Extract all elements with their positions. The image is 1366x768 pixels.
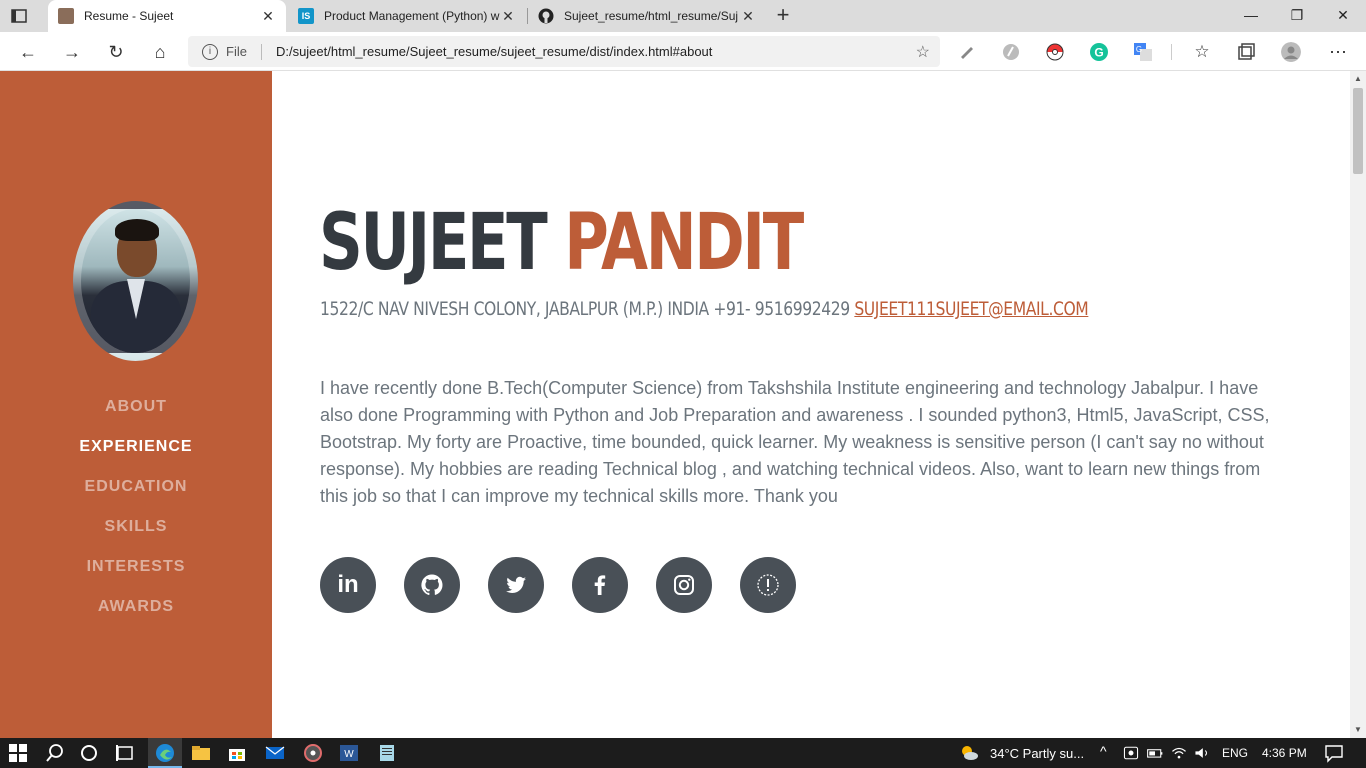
windows-start-icon[interactable] bbox=[8, 743, 28, 763]
translate-icon[interactable]: G bbox=[1133, 42, 1153, 62]
edge-browser-icon[interactable] bbox=[154, 742, 176, 764]
github-favicon-icon bbox=[538, 8, 554, 24]
sidebar-item-education[interactable]: EDUCATION bbox=[0, 467, 272, 507]
back-icon[interactable]: ← bbox=[14, 38, 42, 66]
svg-text:G: G bbox=[1136, 45, 1142, 54]
bio-paragraph: I have recently done B.Tech(Computer Sci… bbox=[320, 378, 1270, 506]
facebook-icon[interactable] bbox=[572, 557, 628, 613]
page-title: SUJEET PANDIT bbox=[319, 198, 804, 288]
weather-icon[interactable] bbox=[958, 742, 980, 764]
minimize-button[interactable]: — bbox=[1228, 0, 1274, 32]
close-window-button[interactable]: ✕ bbox=[1320, 0, 1366, 32]
close-tab-icon[interactable]: ✕ bbox=[740, 8, 756, 25]
media-player-icon[interactable] bbox=[302, 742, 324, 764]
browser-toolbar: ← → ↻ ⌂ i File D:/sujeet/html_resume/Suj… bbox=[0, 32, 1366, 71]
collections-icon[interactable] bbox=[1236, 42, 1256, 62]
forward-icon[interactable]: → bbox=[58, 38, 86, 66]
weather-text[interactable]: 34°C Partly su... bbox=[990, 746, 1084, 761]
profile-avatar-icon[interactable] bbox=[1281, 42, 1301, 62]
social-icons: in bbox=[320, 557, 824, 613]
scroll-thumb[interactable] bbox=[1353, 88, 1363, 174]
first-name: SUJEET bbox=[319, 198, 548, 288]
tab-title: Sujeet_resume/html_resume/Suj bbox=[564, 9, 739, 23]
add-favorite-icon[interactable]: ☆ bbox=[916, 42, 930, 62]
windows-taskbar: W 34°C Partly su... ^ ENG 4:36 PM bbox=[0, 738, 1366, 768]
extension-pen-icon[interactable] bbox=[957, 42, 977, 62]
address-bar[interactable]: i File D:/sujeet/html_resume/Sujeet_resu… bbox=[188, 36, 940, 67]
show-hidden-icons-icon[interactable]: ^ bbox=[1100, 743, 1107, 759]
svg-text:W: W bbox=[344, 749, 354, 760]
restore-button[interactable]: ❐ bbox=[1274, 0, 1320, 32]
mail-icon[interactable] bbox=[264, 742, 286, 764]
toolbar-divider bbox=[1171, 44, 1172, 60]
resume-sidebar: ABOUT EXPERIENCE EDUCATION SKILLS INTERE… bbox=[0, 71, 272, 738]
sidebar-nav: ABOUT EXPERIENCE EDUCATION SKILLS INTERE… bbox=[0, 387, 272, 627]
site-info-icon[interactable]: i bbox=[202, 43, 218, 60]
close-tab-icon[interactable]: ✕ bbox=[500, 8, 516, 25]
url-text[interactable]: D:/sujeet/html_resume/Sujeet_resume/suje… bbox=[276, 44, 712, 59]
more-options-icon[interactable]: ⋯ bbox=[1324, 38, 1352, 66]
word-icon[interactable]: W bbox=[338, 742, 360, 764]
resume-favicon-icon bbox=[58, 8, 74, 24]
search-icon[interactable] bbox=[44, 742, 66, 764]
grammarly-icon[interactable]: G bbox=[1089, 42, 1109, 62]
tab-resume[interactable]: Resume - Sujeet ✕ bbox=[48, 0, 286, 32]
wifi-icon[interactable] bbox=[1170, 742, 1188, 764]
github-icon[interactable] bbox=[404, 557, 460, 613]
notifications-icon[interactable] bbox=[1323, 742, 1345, 764]
notepad-icon[interactable] bbox=[376, 742, 398, 764]
sidebar-item-experience[interactable]: EXPERIENCE bbox=[0, 427, 272, 467]
onedrive-icon[interactable] bbox=[1122, 742, 1140, 764]
store-icon[interactable] bbox=[226, 742, 248, 764]
about-section: SUJEET PANDIT 1522/C NAV NIVESH COLONY, … bbox=[272, 71, 1350, 738]
tab-actions-icon[interactable] bbox=[10, 7, 28, 25]
tab-github[interactable]: Sujeet_resume/html_resume/Suj ✕ bbox=[528, 0, 766, 32]
sidebar-item-skills[interactable]: SKILLS bbox=[0, 507, 272, 547]
sidebar-item-about[interactable]: ABOUT bbox=[0, 387, 272, 427]
profile-photo bbox=[73, 201, 198, 361]
close-tab-icon[interactable]: ✕ bbox=[260, 8, 276, 25]
page-scrollbar[interactable]: ▲ ▼ bbox=[1350, 71, 1366, 738]
contact-line: 1522/C NAV NIVESH COLONY, JABALPUR (M.P.… bbox=[320, 297, 1089, 321]
scroll-down-arrow-icon[interactable]: ▼ bbox=[1350, 722, 1366, 738]
clock-time[interactable]: 4:36 PM bbox=[1262, 746, 1307, 760]
address-text: 1522/C NAV NIVESH COLONY, JABALPUR (M.P.… bbox=[320, 298, 850, 320]
tab-title: Product Management (Python) w bbox=[324, 9, 500, 23]
address-divider bbox=[260, 43, 262, 60]
task-view-icon[interactable] bbox=[114, 742, 136, 764]
tab-product-management[interactable]: IS Product Management (Python) w ✕ bbox=[288, 0, 526, 32]
cortana-icon[interactable] bbox=[78, 742, 100, 764]
browser-tab-strip: Resume - Sujeet ✕ IS Product Management … bbox=[0, 0, 1366, 32]
home-icon[interactable]: ⌂ bbox=[146, 38, 174, 66]
last-name: PANDIT bbox=[564, 198, 804, 288]
sidebar-item-interests[interactable]: INTERESTS bbox=[0, 547, 272, 587]
twitter-icon[interactable] bbox=[488, 557, 544, 613]
language-indicator[interactable]: ENG bbox=[1222, 746, 1248, 760]
photo-hair bbox=[115, 219, 159, 241]
refresh-icon[interactable]: ↻ bbox=[102, 38, 130, 66]
scroll-up-arrow-icon[interactable]: ▲ bbox=[1350, 71, 1366, 87]
file-explorer-icon[interactable] bbox=[190, 742, 212, 764]
scheme-label: File bbox=[226, 44, 247, 59]
email-link[interactable]: SUJEET111SUJEET@EMAIL.COM bbox=[854, 298, 1088, 320]
favorites-icon[interactable]: ☆ bbox=[1188, 38, 1216, 66]
info-icon[interactable] bbox=[740, 557, 796, 613]
new-tab-button[interactable]: + bbox=[772, 4, 794, 26]
instagram-icon[interactable] bbox=[656, 557, 712, 613]
svg-text:G: G bbox=[1094, 46, 1103, 60]
extension-circle-icon[interactable] bbox=[1001, 42, 1021, 62]
tab-title: Resume - Sujeet bbox=[84, 9, 174, 23]
battery-icon[interactable] bbox=[1146, 742, 1164, 764]
internshala-favicon-icon: IS bbox=[298, 8, 314, 24]
linkedin-icon[interactable]: in bbox=[320, 557, 376, 613]
extension-pokeball-icon[interactable] bbox=[1045, 42, 1065, 62]
sidebar-item-awards[interactable]: AWARDS bbox=[0, 587, 272, 627]
volume-icon[interactable] bbox=[1193, 742, 1211, 764]
